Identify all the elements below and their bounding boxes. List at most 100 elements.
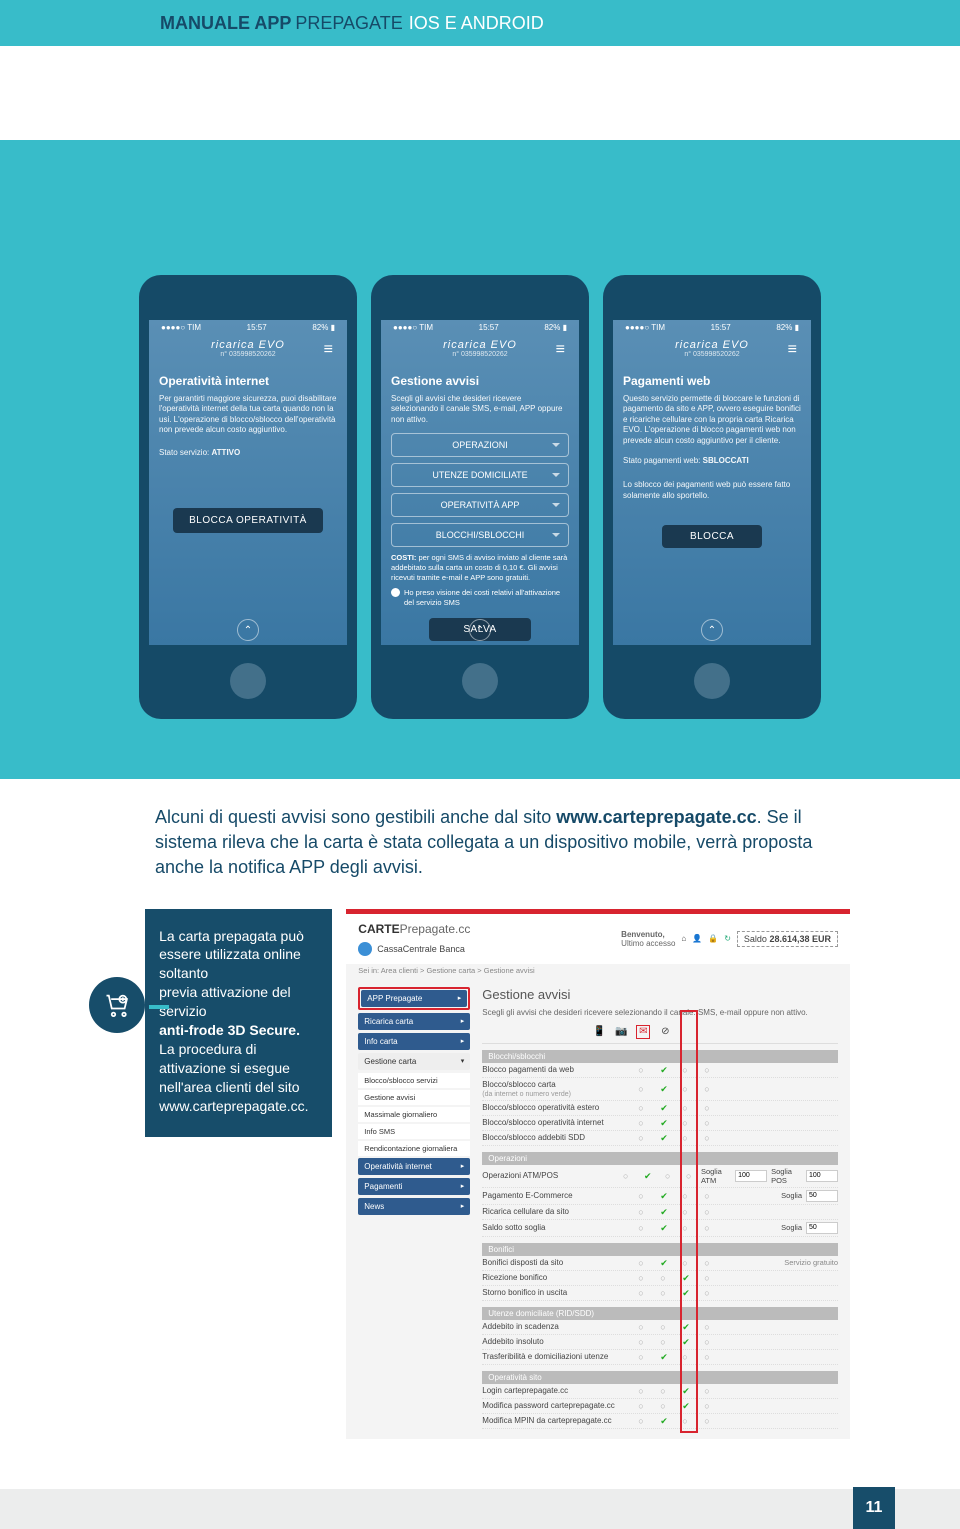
row: Blocco/sblocco operatività estero (482, 1101, 838, 1116)
status-line: Stato servizio: ATTIVO (159, 448, 337, 458)
bank-logo: CassaCentrale Banca (358, 942, 470, 956)
page-header: MANUALE APP PREPAGATE IOS E ANDROID (0, 0, 960, 46)
channel-icons: 📱 📷 ✉ ⊘ (482, 1025, 838, 1044)
screen-text: Scegli gli avvisi che desideri ricevere … (391, 394, 569, 425)
info-box: La carta prepagata può essere utilizzata… (145, 909, 332, 1138)
subnav-infosms[interactable]: Info SMS (358, 1124, 470, 1139)
app-topbar: ricarica EVO n° 035998520262 ≡ (623, 335, 801, 366)
up-arrow-icon[interactable]: ⌃ (469, 619, 491, 641)
blocca-operativita-button[interactable]: BLOCCA OPERATIVITÀ (173, 508, 323, 533)
nav-ricarica[interactable]: Ricarica carta▸ (358, 1013, 470, 1030)
app-topbar: ricarica EVO n° 035998520262 ≡ (159, 335, 337, 366)
web-header-right: Benvenuto, Ultimo accesso ⌂ 👤 🔒 ↻ Saldo … (621, 930, 838, 948)
up-arrow-icon[interactable]: ⌃ (701, 619, 723, 641)
cam-icon: 📷 (614, 1025, 628, 1039)
sect-utenze: Utenze domiciliate (RID/SDD) (482, 1307, 838, 1320)
icon-column (75, 909, 145, 1033)
nav-news[interactable]: News▸ (358, 1198, 470, 1215)
row: Pagamento E-Commerce Soglia (482, 1188, 838, 1205)
refresh-icon[interactable]: ↻ (724, 934, 731, 943)
nav-pagamenti[interactable]: Pagamenti▸ (358, 1178, 470, 1195)
status-bar: ●●●●○ TIM 15:57 82% ▮ (623, 320, 801, 335)
main-desc: Scegli gli avvisi che desideri ricevere … (482, 1008, 838, 1017)
hamburger-icon[interactable]: ≡ (324, 341, 333, 359)
row: Modifica MPIN da carteprepagate.cc (482, 1414, 838, 1429)
web-screenshot: CARTEPrepagate.cc CassaCentrale Banca Be… (346, 909, 850, 1439)
web-logo: CARTEPrepagate.cc (358, 922, 470, 936)
subnav-blocco[interactable]: Blocco/sblocco servizi (358, 1073, 470, 1088)
screen-title: Gestione avvisi (391, 374, 569, 388)
row: Addebito insoluto (482, 1335, 838, 1350)
home-button[interactable] (694, 663, 730, 699)
row: Trasferibilità e domiciliazioni utenze (482, 1350, 838, 1365)
home-button[interactable] (230, 663, 266, 699)
soglia-input[interactable] (806, 1222, 838, 1234)
note: Lo sblocco dei pagamenti web può essere … (623, 480, 801, 501)
screen-text: Per garantirti maggiore sicurezza, puoi … (159, 394, 337, 436)
screen-text: Questo servizio permette di bloccare le … (623, 394, 801, 446)
hdr-t3: IOS E ANDROID (409, 13, 544, 34)
screen-3: ●●●●○ TIM 15:57 82% ▮ ricarica EVO n° 03… (613, 320, 811, 645)
url: www.carteprepagate.cc (556, 807, 756, 827)
user-icon[interactable]: 👤 (692, 934, 702, 943)
sect-blocchi: Blocchi/sblocchi (482, 1050, 838, 1063)
home-icon[interactable]: ⌂ (681, 934, 686, 943)
red-column-highlight (680, 1010, 698, 1433)
highlight-box: APP Prepagate▸ (358, 987, 470, 1010)
screen-title: Pagamenti web (623, 374, 801, 388)
lead-paragraph: Alcuni di questi avvisi sono gestibili a… (155, 805, 850, 881)
page-footer: 11 (0, 1489, 960, 1529)
phone-1: ●●●●○ TIM 15:57 82% ▮ ricarica EVO n° 03… (139, 275, 357, 719)
breadcrumb: Sei in: Area clienti > Gestione carta > … (346, 964, 850, 977)
subnav-massimale[interactable]: Massimale giornaliero (358, 1107, 470, 1122)
hdr-t2: PREPAGATE (295, 13, 402, 34)
soglia-pos-input[interactable] (806, 1170, 838, 1182)
screen-title: Operatività internet (159, 374, 337, 388)
status-line: Stato pagamenti web: SBLOCCATI (623, 456, 801, 466)
subnav-rendicont[interactable]: Rendicontazione giornaliera (358, 1141, 470, 1156)
nav-info[interactable]: Info carta▸ (358, 1033, 470, 1050)
phone-2: ●●●●○ TIM 15:57 82% ▮ ricarica EVO n° 03… (371, 275, 589, 719)
row: Saldo sotto soglia Soglia (482, 1220, 838, 1237)
brand: ricarica EVO (159, 339, 337, 351)
sect-bonifici: Bonifici (482, 1243, 838, 1256)
row: Modifica password carteprepagate.cc (482, 1399, 838, 1414)
mail-icon: ✉ (636, 1025, 650, 1039)
lock-icon[interactable]: 🔒 (708, 934, 718, 943)
opt-operazioni[interactable]: OPERAZIONI (391, 433, 569, 457)
nav-gestione[interactable]: Gestione carta▾ (358, 1053, 470, 1070)
web-header: CARTEPrepagate.cc CassaCentrale Banca Be… (346, 914, 850, 964)
app-topbar: ricarica EVO n° 035998520262 ≡ (391, 335, 569, 366)
row: Blocco/sblocco operatività internet (482, 1116, 838, 1131)
sms-icon: 📱 (592, 1025, 606, 1039)
ack-line[interactable]: Ho preso visione dei costi relativi all'… (391, 588, 569, 608)
status-bar: ●●●●○ TIM 15:57 82% ▮ (391, 320, 569, 335)
row: Addebito in scadenza (482, 1320, 838, 1335)
blocca-button[interactable]: BLOCCA (662, 525, 762, 548)
opt-operativita-app[interactable]: OPERATIVITÀ APP (391, 493, 569, 517)
opt-utenze[interactable]: UTENZE DOMICILIATE (391, 463, 569, 487)
page-number: 11 (853, 1487, 895, 1529)
status-bar: ●●●●○ TIM 15:57 82% ▮ (159, 320, 337, 335)
screen-1: ●●●●○ TIM 15:57 82% ▮ ricarica EVO n° 03… (149, 320, 347, 645)
row: Operazioni ATM/POS Soglia ATMSoglia POS (482, 1165, 838, 1188)
up-arrow-icon[interactable]: ⌃ (237, 619, 259, 641)
off-icon: ⊘ (658, 1025, 672, 1039)
main-title: Gestione avvisi (482, 987, 838, 1002)
radio-icon[interactable] (391, 588, 400, 597)
hero-phones: ●●●●○ TIM 15:57 82% ▮ ricarica EVO n° 03… (0, 140, 960, 779)
soglia-input[interactable] (806, 1190, 838, 1202)
hamburger-icon[interactable]: ≡ (788, 341, 797, 359)
subnav-avvisi[interactable]: Gestione avvisi (358, 1090, 470, 1105)
row: Blocco/sblocco addebiti SDD (482, 1131, 838, 1146)
web-main: Gestione avvisi Scegli gli avvisi che de… (482, 987, 838, 1429)
home-button[interactable] (462, 663, 498, 699)
clock: 15:57 (247, 323, 267, 332)
opt-blocchi[interactable]: BLOCCHI/SBLOCCHI (391, 523, 569, 547)
nav-operativita[interactable]: Operatività internet▸ (358, 1158, 470, 1175)
hamburger-icon[interactable]: ≡ (556, 341, 565, 359)
row: Ricarica cellulare da sito (482, 1205, 838, 1220)
hdr-t1: MANUALE APP (160, 13, 291, 34)
nav-app-prepagate[interactable]: APP Prepagate▸ (361, 990, 467, 1007)
soglia-atm-input[interactable] (735, 1170, 767, 1182)
